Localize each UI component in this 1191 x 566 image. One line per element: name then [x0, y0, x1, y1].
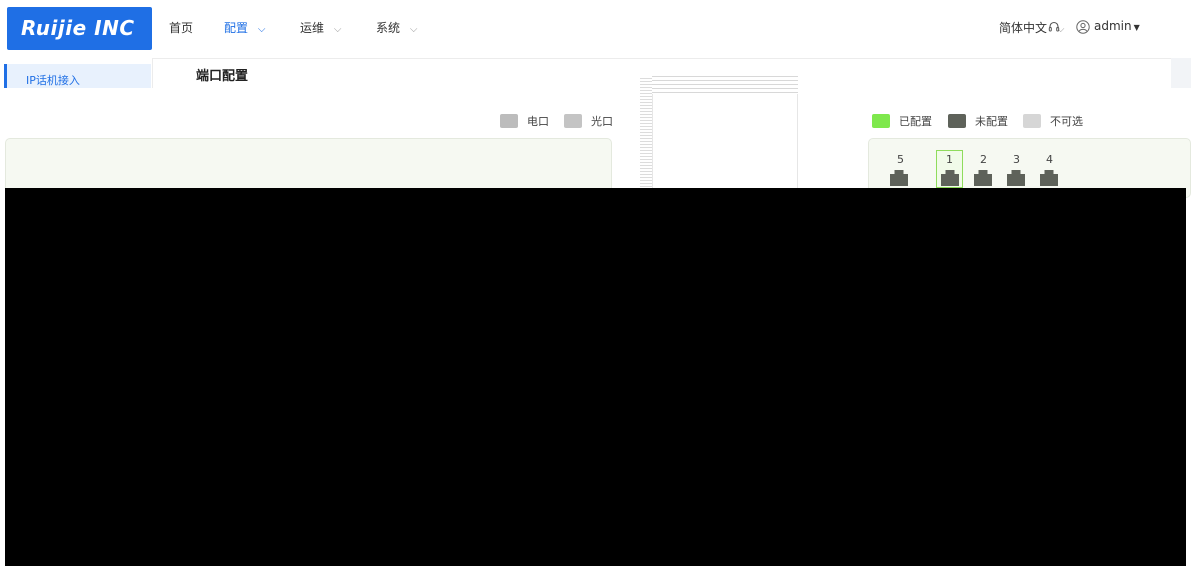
legend-label: 光口 [591, 115, 613, 128]
middle-panel [652, 94, 798, 188]
sidebar-item-label: IP话机接入 [26, 74, 80, 87]
port-number: 3 [1013, 153, 1020, 166]
legend-label: 已配置 [899, 115, 932, 128]
ethernet-port-icon [500, 114, 518, 128]
legend-label: 电口 [527, 115, 549, 128]
language-label: 简体中文 [999, 21, 1048, 35]
nav-item-label: 首页 [169, 21, 194, 35]
redacted-area [5, 188, 1186, 566]
top-bar: Ruijie INC 首页 配置 ⌵ 运维 ⌵ 系统 ⌵ 简体中文 ⌵ admi… [0, 0, 1191, 59]
page-title: 端口配置 [196, 69, 249, 84]
unconfigured-legend-icon [948, 114, 966, 128]
brand-logo[interactable]: Ruijie INC [7, 7, 152, 50]
chevron-down-icon: ⌵ [333, 24, 342, 35]
divider-lines [652, 76, 798, 96]
brand-logo-text: Ruijie INC [21, 16, 135, 40]
nav-item-label: 配置 [224, 21, 249, 35]
nav-item-maintenance[interactable]: 运维 ⌵ [300, 19, 341, 36]
legend-label: 不可选 [1050, 115, 1083, 128]
user-menu[interactable]: admin ▼ [1094, 19, 1140, 33]
nav-item-home[interactable]: 首页 [169, 19, 193, 36]
port-number: 5 [897, 153, 904, 166]
fiber-port-icon [564, 114, 582, 128]
splitter-handle[interactable] [640, 78, 652, 188]
nav-item-label: 运维 [300, 21, 325, 35]
nav-item-config[interactable]: 配置 ⌵ [224, 19, 265, 36]
user-icon [1076, 20, 1090, 34]
chevron-down-icon: ⌵ [409, 24, 418, 35]
page: Ruijie INC 首页 配置 ⌵ 运维 ⌵ 系统 ⌵ 简体中文 ⌵ admi… [0, 0, 1191, 566]
chevron-down-icon: ⌵ [257, 24, 266, 35]
port-number: 4 [1046, 153, 1053, 166]
legend-label: 未配置 [975, 115, 1008, 128]
port-number: 2 [980, 153, 987, 166]
username-label: admin [1094, 19, 1132, 33]
configured-legend-icon [872, 114, 890, 128]
headset-icon[interactable] [1048, 21, 1060, 33]
caret-down-icon: ▼ [1133, 23, 1140, 32]
nav-item-label: 系统 [376, 21, 401, 35]
port-number: 1 [946, 153, 953, 166]
nav-item-system[interactable]: 系统 ⌵ [376, 19, 417, 36]
unavailable-legend-icon [1023, 114, 1041, 128]
